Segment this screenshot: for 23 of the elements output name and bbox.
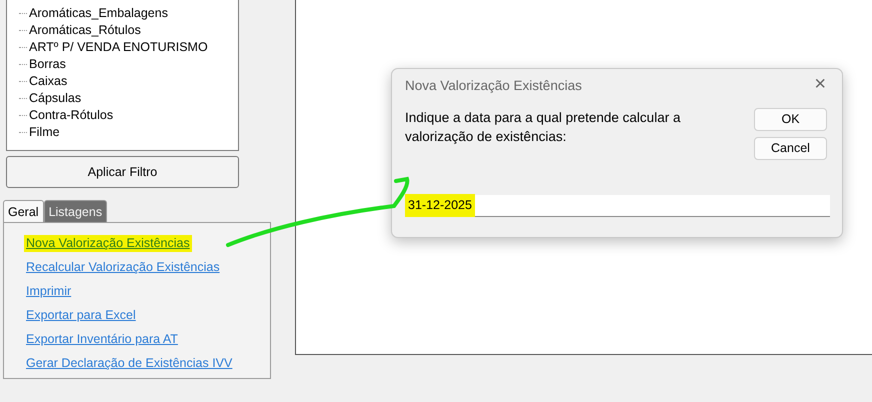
tree-item[interactable]: ARTº P/ VENDA ENOTURISMO	[29, 38, 208, 57]
link[interactable]: Recalcular Valorização Existências	[24, 259, 222, 276]
tree-item[interactable]: Caixas	[29, 72, 68, 91]
close-button[interactable]: ×	[808, 72, 832, 96]
tree-item[interactable]: Filme	[29, 123, 60, 142]
link[interactable]: Gerar Declaração de Existências IVV	[24, 355, 234, 372]
date-field[interactable]: 31-12-2025	[405, 195, 830, 218]
tree-item[interactable]: Contra-Rótulos	[29, 106, 114, 125]
dialog-title: Nova Valorização Existências	[405, 77, 582, 95]
link[interactable]: Exportar Inventário para AT	[24, 331, 180, 348]
link[interactable]: Nova Valorização Existências	[24, 235, 192, 252]
tree-item[interactable]: Cápsulas	[29, 89, 82, 108]
tree-item[interactable]: Aromáticas_Rótulos	[29, 21, 141, 40]
link[interactable]: Imprimir	[24, 283, 74, 300]
apply-filter-button[interactable]: Aplicar Filtro	[6, 156, 239, 188]
tree-item[interactable]: Borras	[29, 55, 66, 74]
tab[interactable]: Geral	[3, 200, 44, 222]
dialog-button[interactable]: Cancel	[754, 137, 827, 160]
dialog-button[interactable]: OK	[754, 108, 827, 132]
link[interactable]: Exportar para Excel	[24, 307, 138, 324]
tab[interactable]: Listagens	[44, 200, 108, 222]
dialog-message: Indique a data para a qual pretende calcular a valorização de existências:	[405, 109, 682, 146]
tree-item[interactable]: Aromáticas_Embalagens	[29, 4, 168, 23]
